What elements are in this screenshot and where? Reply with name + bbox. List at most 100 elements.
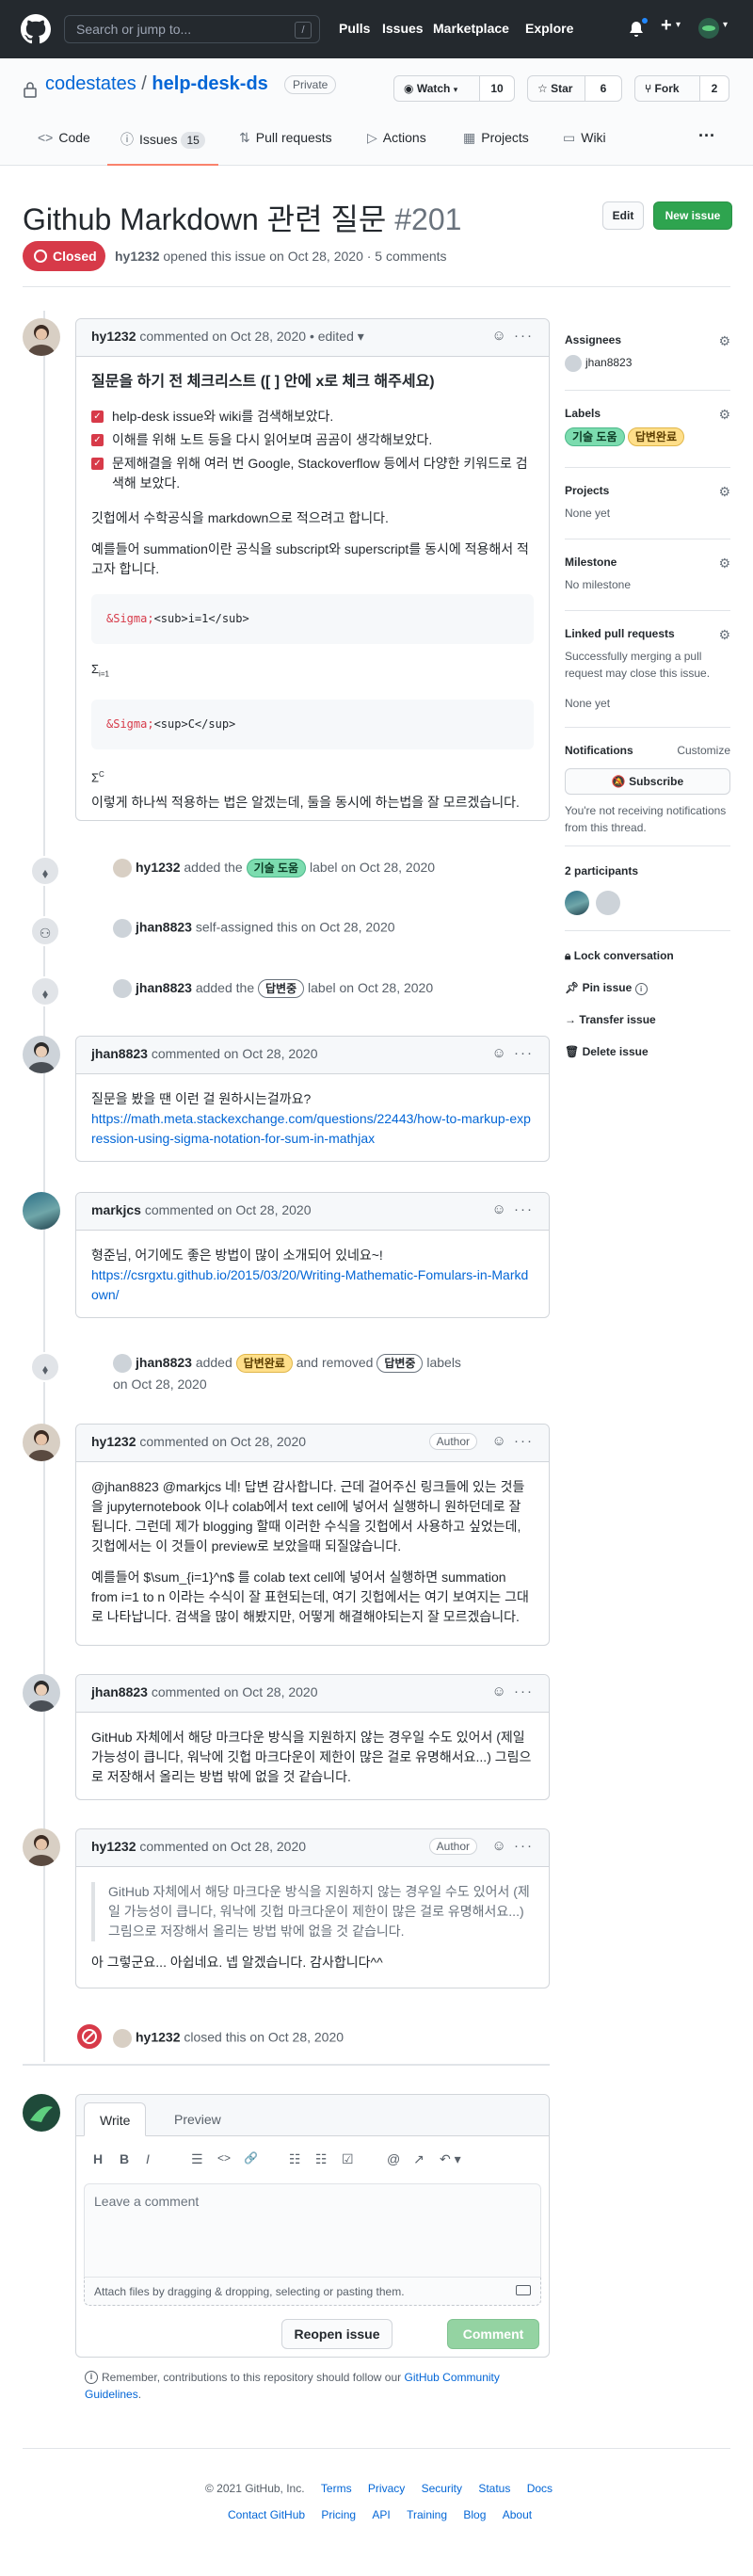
tab-code[interactable]: <> Code: [38, 130, 90, 145]
comment-timestamp[interactable]: commented on Oct 28, 2020: [139, 329, 306, 344]
avatar-chevron-down-icon[interactable]: ▾: [723, 20, 728, 30]
gear-icon[interactable]: ⚙: [718, 555, 730, 572]
footer-link-training[interactable]: Training: [407, 2508, 447, 2521]
label-tech-help[interactable]: 기술 도움: [246, 859, 307, 877]
participant-avatar[interactable]: [596, 891, 621, 915]
event-user-link[interactable]: jhan8823: [136, 1355, 192, 1370]
kebab-icon[interactable]: ···: [514, 1045, 534, 1061]
projects-title[interactable]: Projects: [565, 484, 730, 497]
checkbox-checked-icon[interactable]: ✓: [91, 434, 104, 446]
tasklist-icon[interactable]: ☑: [342, 2151, 354, 2167]
tab-projects[interactable]: ▦ Projects: [463, 130, 529, 146]
checkbox-checked-icon[interactable]: ✓: [91, 458, 104, 470]
markdown-icon[interactable]: [516, 2285, 531, 2295]
watch-button[interactable]: ◉ Watch ▾: [393, 75, 480, 102]
user-avatar[interactable]: [698, 18, 719, 39]
comment-link[interactable]: https://math.meta.stackexchange.com/ques…: [91, 1111, 531, 1146]
comment-timestamp[interactable]: commented on Oct 28, 2020: [139, 1839, 306, 1854]
smiley-icon[interactable]: ☺: [492, 1433, 508, 1449]
more-tabs-kebab-icon[interactable]: ···: [698, 126, 715, 146]
pin-issue-action[interactable]: 📌︎ Pin issue i: [565, 981, 648, 995]
event-user-link[interactable]: hy1232: [136, 2030, 180, 2045]
gear-icon[interactable]: ⚙: [718, 333, 730, 349]
footer-link-pricing[interactable]: Pricing: [321, 2508, 356, 2521]
assignee-item[interactable]: jhan8823: [565, 354, 730, 372]
comment-author-link[interactable]: markjcs: [91, 1202, 141, 1217]
comment-timestamp[interactable]: commented on Oct 28, 2020: [139, 1434, 306, 1449]
checkbox-checked-icon[interactable]: ✓: [91, 411, 104, 423]
reopen-issue-button[interactable]: Reopen issue: [281, 2319, 393, 2349]
chevron-down-icon[interactable]: ▾: [676, 20, 681, 30]
tab-issues[interactable]: ⓘ Issues 15: [120, 130, 205, 149]
comment-textarea[interactable]: Leave a comment: [84, 2183, 541, 2278]
avatar-jhan8823[interactable]: [23, 1036, 60, 1073]
smiley-icon[interactable]: ☺: [492, 328, 508, 344]
issue-author-link[interactable]: hy1232: [115, 249, 159, 264]
avatar-hy1232[interactable]: [23, 318, 60, 356]
mention-icon[interactable]: @: [387, 2151, 400, 2166]
quote-icon[interactable]: ☰: [191, 2151, 203, 2167]
search-input[interactable]: Search or jump to... /: [64, 15, 320, 43]
cross-reference-icon[interactable]: ↗: [413, 2151, 425, 2167]
comment-link[interactable]: https://csrgxtu.github.io/2015/03/20/Wri…: [91, 1267, 528, 1302]
bold-icon[interactable]: B: [120, 2151, 129, 2166]
footer-link-status[interactable]: Status: [478, 2482, 510, 2495]
participant-avatar[interactable]: [565, 891, 589, 915]
customize-link[interactable]: Customize: [677, 744, 730, 757]
tab-preview[interactable]: Preview: [159, 2102, 236, 2136]
unordered-list-icon[interactable]: ☷: [289, 2151, 301, 2167]
kebab-icon[interactable]: ···: [514, 1838, 534, 1854]
label-answering[interactable]: 답변중: [376, 1354, 424, 1373]
heading-icon[interactable]: H: [93, 2151, 103, 2166]
avatar-jhan8823[interactable]: [23, 1674, 60, 1712]
tab-actions[interactable]: ▷ Actions: [367, 130, 426, 146]
milestone-title[interactable]: Milestone: [565, 555, 730, 569]
github-logo-icon[interactable]: [21, 14, 51, 44]
lock-conversation-action[interactable]: 🔒︎ Lock conversation: [565, 949, 674, 963]
reply-icon[interactable]: ↶ ▾: [440, 2151, 461, 2167]
comment-author-link[interactable]: hy1232: [91, 1434, 136, 1449]
comment-timestamp[interactable]: commented on Oct 28, 2020: [152, 1684, 318, 1699]
fork-button[interactable]: ⑂ Fork: [634, 75, 700, 102]
tab-write[interactable]: Write: [84, 2102, 147, 2136]
footer-link-about[interactable]: About: [503, 2508, 532, 2521]
info-icon[interactable]: i: [634, 983, 648, 995]
footer-link-privacy[interactable]: Privacy: [368, 2482, 405, 2495]
edit-title-button[interactable]: Edit: [602, 201, 644, 230]
comment-author-link[interactable]: jhan8823: [91, 1684, 148, 1699]
delete-issue-action[interactable]: 🗑︎ Delete issue: [565, 1045, 649, 1058]
linked-prs-title[interactable]: Linked pull requests: [565, 627, 730, 640]
kebab-icon[interactable]: ···: [514, 1683, 534, 1699]
nav-issues[interactable]: Issues: [382, 21, 424, 36]
fork-count[interactable]: 2: [699, 75, 729, 102]
comment-button[interactable]: Comment: [447, 2319, 539, 2349]
event-user-link[interactable]: hy1232: [136, 860, 180, 875]
star-count[interactable]: 6: [585, 75, 622, 102]
star-button[interactable]: ☆ Star: [527, 75, 585, 102]
mini-avatar[interactable]: [113, 1354, 132, 1374]
tab-pull-requests[interactable]: ⇅ Pull requests: [239, 130, 332, 146]
gear-icon[interactable]: ⚙: [718, 484, 730, 500]
mini-avatar[interactable]: [113, 979, 132, 999]
mini-avatar[interactable]: [113, 919, 132, 938]
attach-files-bar[interactable]: Attach files by dragging & dropping, sel…: [84, 2278, 541, 2306]
kebab-icon[interactable]: ···: [514, 1433, 534, 1449]
avatar-hy1232[interactable]: [23, 1424, 60, 1461]
code-icon[interactable]: <>: [217, 2151, 231, 2165]
kebab-icon[interactable]: ···: [514, 328, 534, 344]
avatar-markjcs[interactable]: [23, 1192, 60, 1230]
label-tech-help[interactable]: 기술 도움: [565, 427, 625, 446]
watch-count[interactable]: 10: [479, 75, 515, 102]
footer-link-contact[interactable]: Contact GitHub: [228, 2508, 305, 2521]
comment-timestamp[interactable]: commented on Oct 28, 2020: [145, 1202, 312, 1217]
event-user-link[interactable]: jhan8823: [136, 980, 192, 995]
edited-dropdown[interactable]: • edited ▾: [310, 329, 364, 344]
nav-marketplace[interactable]: Marketplace: [433, 21, 509, 36]
comment-author-link[interactable]: hy1232: [91, 329, 136, 344]
nav-pulls[interactable]: Pulls: [339, 21, 370, 36]
subscribe-button[interactable]: 🔕 Subscribe: [565, 768, 730, 795]
italic-icon[interactable]: I: [146, 2151, 150, 2166]
plus-icon[interactable]: +: [661, 15, 672, 37]
label-answered[interactable]: 답변완료: [627, 427, 685, 446]
label-answering[interactable]: 답변중: [258, 979, 305, 998]
